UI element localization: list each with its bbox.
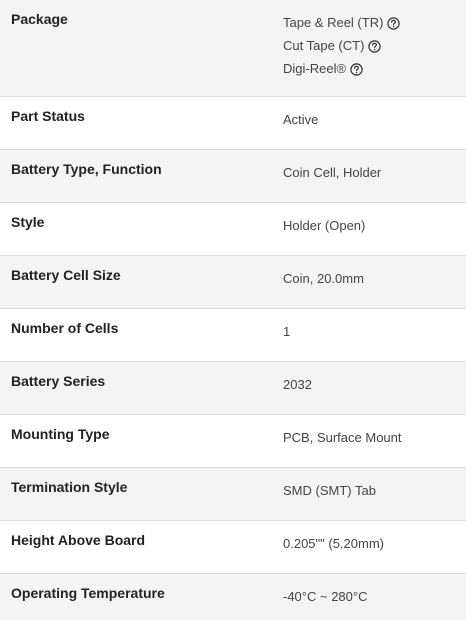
package-option-digi-reel: Digi-Reel® [283,61,466,77]
spec-row-battery-cell-size: Battery Cell Size Coin, 20.0mm [0,255,466,309]
question-circle-icon[interactable] [350,62,363,76]
spec-label: Mounting Type [0,414,283,468]
spec-value: PCB, Surface Mount [283,414,466,468]
package-option-label: Digi-Reel® [283,61,347,76]
spec-label: Package [0,0,283,97]
package-option-label: Tape & Reel (TR) [283,15,384,30]
spec-label: Battery Series [0,361,283,415]
product-attributes-table: Package Tape & Reel (TR) Cut Tape (CT) D… [0,0,466,620]
spec-label: Height Above Board [0,520,283,574]
spec-value: Holder (Open) [283,202,466,256]
spec-row-style: Style Holder (Open) [0,202,466,256]
spec-value: 1 [283,308,466,362]
spec-value: Coin Cell, Holder [283,149,466,203]
question-circle-icon[interactable] [387,16,401,30]
spec-row-package: Package Tape & Reel (TR) Cut Tape (CT) D… [0,0,466,97]
spec-row-mounting-type: Mounting Type PCB, Surface Mount [0,414,466,468]
spec-value: 0.205"" (5.20mm) [283,520,466,574]
spec-row-termination-style: Termination Style SMD (SMT) Tab [0,467,466,521]
spec-value: Active [283,96,466,150]
spec-row-battery-type: Battery Type, Function Coin Cell, Holder [0,149,466,203]
package-options: Tape & Reel (TR) Cut Tape (CT) Digi-Reel… [283,0,466,97]
spec-label: Battery Cell Size [0,255,283,309]
spec-value: 2032 [283,361,466,415]
spec-value: SMD (SMT) Tab [283,467,466,521]
spec-label: Number of Cells [0,308,283,362]
package-option-tape-reel: Tape & Reel (TR) [283,15,466,31]
spec-row-height-above-board: Height Above Board 0.205"" (5.20mm) [0,520,466,574]
spec-label: Termination Style [0,467,283,521]
question-circle-icon[interactable] [368,39,382,53]
spec-label: Battery Type, Function [0,149,283,203]
package-option-cut-tape: Cut Tape (CT) [283,38,466,54]
spec-row-number-of-cells: Number of Cells 1 [0,308,466,362]
spec-row-part-status: Part Status Active [0,96,466,150]
spec-value: -40°C ~ 280°C [283,588,368,604]
spec-value: Coin, 20.0mm [283,255,466,309]
spec-label: Part Status [0,96,283,150]
spec-label: Style [0,202,283,256]
spec-label: Operating Temperature [11,584,165,601]
spec-row-operating-temperature: Operating Temperature -40°C ~ 280°C [0,573,466,620]
package-option-label: Cut Tape (CT) [283,38,365,53]
spec-row-battery-series: Battery Series 2032 [0,361,466,415]
